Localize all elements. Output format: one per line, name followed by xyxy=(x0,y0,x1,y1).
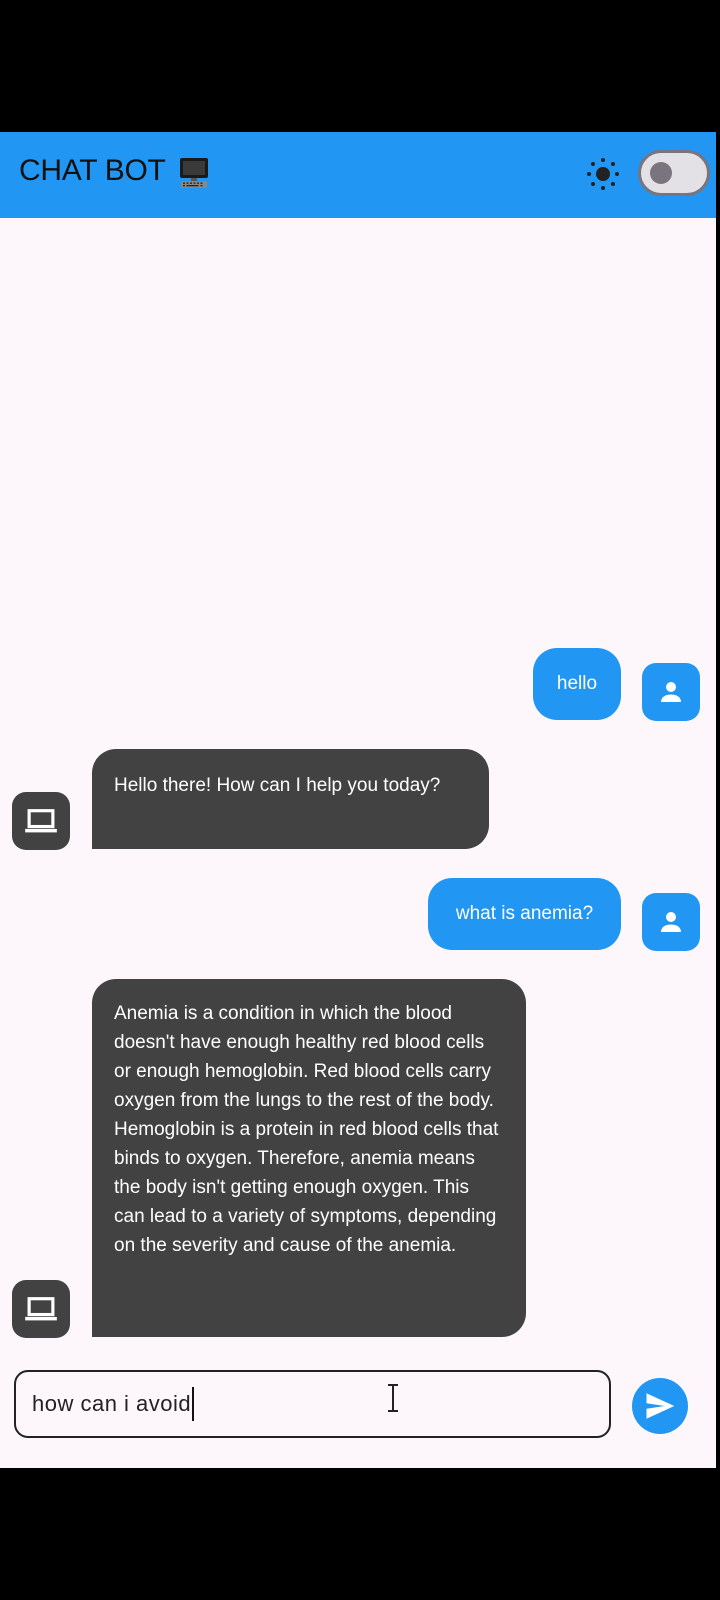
dark-mode-toggle[interactable] xyxy=(638,150,710,196)
laptop-icon xyxy=(25,1297,57,1321)
user-avatar xyxy=(642,663,700,721)
message-input-value: how can i avoid xyxy=(32,1391,192,1416)
chat-app: CHAT BOT hello Hello there! How can I he… xyxy=(0,132,716,1468)
send-icon xyxy=(646,1393,675,1419)
bot-avatar xyxy=(12,1280,70,1338)
send-button[interactable] xyxy=(632,1378,688,1434)
app-title: CHAT BOT xyxy=(19,154,166,187)
sun-icon[interactable] xyxy=(585,156,621,192)
user-message-bubble: what is anemia? xyxy=(428,878,621,950)
bot-message-bubble: Hello there! How can I help you today? xyxy=(92,749,489,849)
toggle-knob xyxy=(650,162,672,184)
user-message-bubble: hello xyxy=(533,648,621,720)
computer-monitor-icon xyxy=(180,158,208,188)
app-bar: CHAT BOT xyxy=(0,132,716,218)
message-input[interactable]: how can i avoid xyxy=(14,1370,611,1438)
user-avatar xyxy=(642,893,700,951)
bot-message-bubble: Anemia is a condition in which the blood… xyxy=(92,979,526,1337)
text-caret xyxy=(192,1387,195,1421)
person-icon xyxy=(661,912,681,932)
laptop-icon xyxy=(25,809,57,833)
bot-avatar xyxy=(12,792,70,850)
ibeam-cursor-icon xyxy=(388,1384,398,1412)
phone-screen: CHAT BOT hello Hello there! How can I he… xyxy=(0,0,720,1600)
person-icon xyxy=(661,682,681,702)
